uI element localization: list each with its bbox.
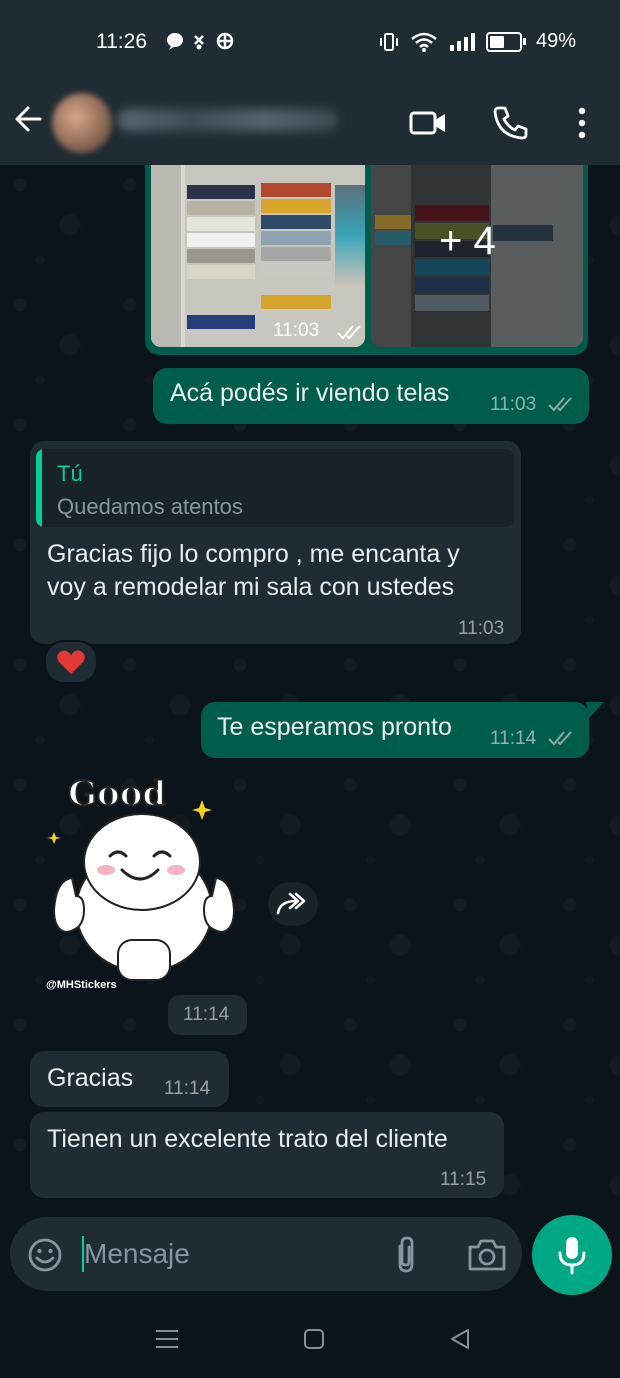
media-thumbnail-fabric-1[interactable]: 11:03 xyxy=(151,165,365,347)
sticker-message[interactable]: Good @MHStickers xyxy=(44,770,244,995)
notification-icons xyxy=(165,30,245,57)
status-time: 11:26 xyxy=(96,30,147,53)
message-time: 11:14 xyxy=(183,1004,230,1025)
media-message[interactable]: 11:03 + 4 xyxy=(145,165,588,355)
media-time: 11:03 xyxy=(273,320,320,341)
microphone-icon xyxy=(558,1237,586,1275)
message-text-line1: Gracias fijo lo compro , me encanta y xyxy=(47,540,460,568)
reaction-badge[interactable] xyxy=(44,640,98,684)
signal-icon xyxy=(449,32,475,51)
contact-avatar[interactable] xyxy=(52,93,112,153)
system-navigation-bar xyxy=(0,1305,620,1378)
sticker-credit: @MHStickers xyxy=(46,979,117,991)
message-bubble-in[interactable]: Tienen un excelente trato del cliente 11… xyxy=(30,1112,504,1198)
message-time: 11:15 xyxy=(440,1169,487,1190)
back-arrow-icon[interactable] xyxy=(12,99,46,139)
message-input[interactable]: Mensaje xyxy=(84,1238,190,1270)
message-text: Gracias xyxy=(47,1064,134,1092)
voice-message-button[interactable] xyxy=(532,1215,612,1295)
battery-tip xyxy=(522,38,526,45)
emoji-icon[interactable] xyxy=(26,1236,64,1274)
message-text: Te esperamos pronto xyxy=(217,713,452,741)
battery-level: 49% xyxy=(535,30,576,52)
contact-name[interactable] xyxy=(118,109,338,131)
bubble-tail xyxy=(586,702,604,718)
message-bubble-out[interactable]: Acá podés ir viendo telas 11:03 xyxy=(153,368,589,424)
recents-icon[interactable] xyxy=(154,1327,180,1351)
message-bubble-in[interactable]: Gracias 11:14 xyxy=(30,1051,229,1107)
quoted-message[interactable]: Tú Quedamos atentos xyxy=(36,449,514,527)
sticker-text: Good xyxy=(67,773,167,815)
battery-icon xyxy=(485,31,522,52)
message-text: Tienen un excelente trato del cliente xyxy=(47,1125,448,1153)
media-thumbnail-fabric-2[interactable]: + 4 xyxy=(371,165,583,347)
more-media-count: + 4 xyxy=(439,219,496,263)
more-options-icon[interactable] xyxy=(562,103,602,143)
vibrate-icon xyxy=(379,32,398,51)
back-nav-icon[interactable] xyxy=(448,1327,472,1351)
camera-icon[interactable] xyxy=(466,1236,508,1274)
wifi-icon xyxy=(411,32,437,52)
heart-icon xyxy=(57,650,85,674)
read-ticks-icon xyxy=(548,397,572,412)
chat-header xyxy=(0,85,620,165)
sticker-time-chip: 11:14 xyxy=(168,995,247,1035)
message-time: 11:14 xyxy=(164,1078,211,1099)
message-time: 11:03 xyxy=(490,394,537,415)
voice-call-icon[interactable] xyxy=(490,103,530,143)
attach-icon[interactable] xyxy=(390,1234,422,1276)
read-ticks-icon xyxy=(337,325,361,340)
forward-button[interactable] xyxy=(268,882,318,926)
home-icon[interactable] xyxy=(302,1327,326,1351)
quote-accent-bar xyxy=(36,449,42,527)
forward-icon xyxy=(276,892,306,915)
message-time: 11:14 xyxy=(490,728,537,749)
message-bubble-out[interactable]: Te esperamos pronto 11:14 xyxy=(201,702,589,758)
system-indicators: 49% xyxy=(378,30,576,53)
message-text-line2: voy a remodelar mi sala con ustedes xyxy=(47,573,455,601)
message-time: 11:03 xyxy=(458,618,505,639)
quote-author: Tú xyxy=(57,461,83,486)
read-ticks-icon xyxy=(548,731,572,746)
status-bar: 11:26 49% xyxy=(0,0,620,85)
quote-text: Quedamos atentos xyxy=(57,494,243,519)
video-call-icon[interactable] xyxy=(408,103,448,143)
message-text: Acá podés ir viendo telas xyxy=(170,379,450,407)
